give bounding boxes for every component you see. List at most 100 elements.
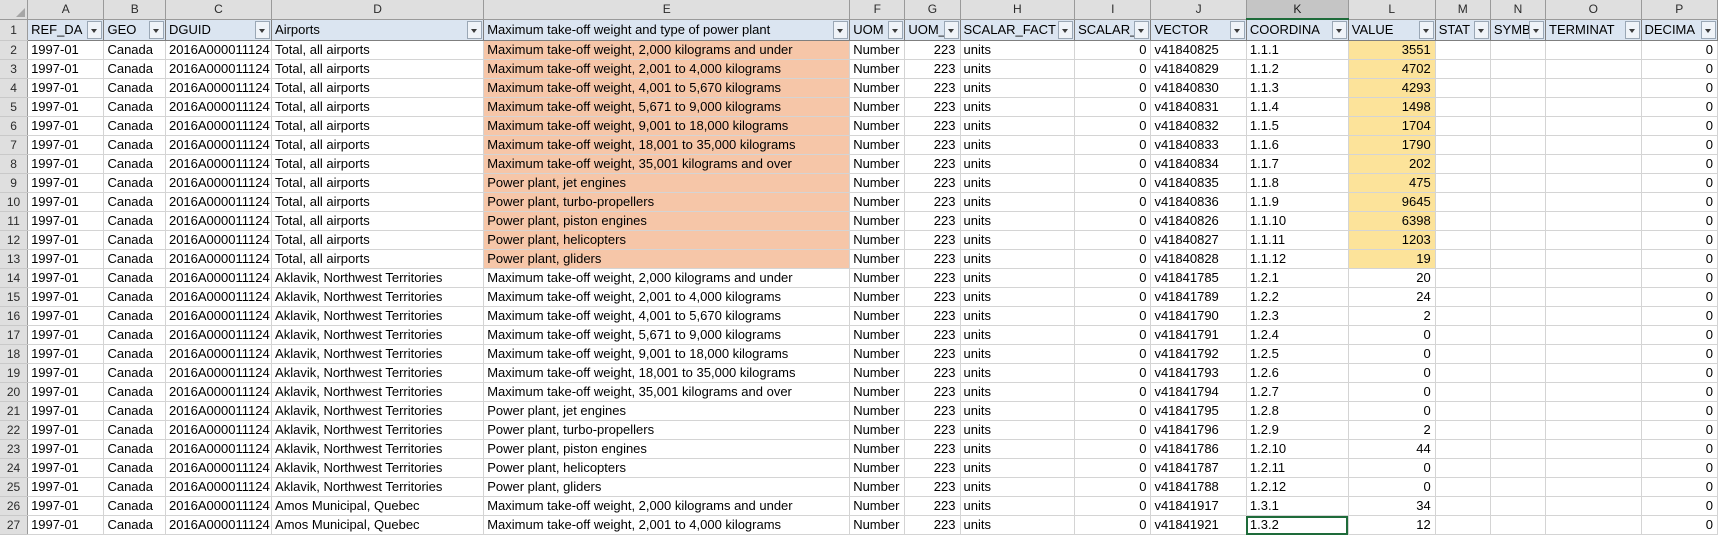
- cell-scalar_factor[interactable]: units: [960, 458, 1076, 478]
- cell-geo[interactable]: Canada: [103, 249, 166, 269]
- cell-dguid[interactable]: 2016A000011124: [165, 154, 273, 174]
- cell-coordinate[interactable]: 1.1.5: [1246, 116, 1349, 136]
- cell-status[interactable]: [1435, 325, 1491, 345]
- cell-status[interactable]: [1435, 173, 1491, 193]
- cell-value[interactable]: 4293: [1348, 78, 1436, 98]
- cell-value[interactable]: 19: [1348, 249, 1436, 269]
- row-header-11[interactable]: 11: [0, 211, 29, 231]
- cell-measure[interactable]: Power plant, gliders: [483, 477, 851, 497]
- cell-status[interactable]: [1435, 230, 1491, 250]
- column-header-i[interactable]: I: [1074, 0, 1152, 20]
- cell-symbol[interactable]: [1490, 363, 1547, 383]
- cell-decimals[interactable]: 0: [1641, 59, 1718, 79]
- cell-coordinate[interactable]: 1.1.11: [1246, 230, 1349, 250]
- cell-vector[interactable]: v41840835: [1150, 173, 1247, 193]
- cell-coordinate[interactable]: 1.1.2: [1246, 59, 1349, 79]
- cell-decimals[interactable]: 0: [1641, 135, 1718, 155]
- cell-value[interactable]: 24: [1348, 287, 1436, 307]
- column-header-l[interactable]: L: [1348, 0, 1436, 20]
- cell-vector[interactable]: v41841788: [1150, 477, 1247, 497]
- cell-uom[interactable]: Number: [849, 515, 906, 535]
- cell-uom_id[interactable]: 223: [904, 515, 961, 535]
- cell-vector[interactable]: v41841791: [1150, 325, 1247, 345]
- cell-vector[interactable]: v41840828: [1150, 249, 1247, 269]
- cell-decimals[interactable]: 0: [1641, 154, 1718, 174]
- cell-decimals[interactable]: 0: [1641, 515, 1718, 535]
- cell-terminated[interactable]: [1545, 287, 1642, 307]
- cell-geo[interactable]: Canada: [103, 59, 166, 79]
- cell-scalar_factor[interactable]: units: [960, 439, 1076, 459]
- cell-terminated[interactable]: [1545, 249, 1642, 269]
- cell-vector[interactable]: v41841792: [1150, 344, 1247, 364]
- row-header-2[interactable]: 2: [0, 40, 29, 60]
- cell-uom_id[interactable]: 223: [904, 230, 961, 250]
- cell-ref_date[interactable]: 1997-01: [27, 306, 105, 326]
- cell-symbol[interactable]: [1490, 59, 1547, 79]
- cell-terminated[interactable]: [1545, 420, 1642, 440]
- cell-decimals[interactable]: 0: [1641, 496, 1718, 516]
- row-header-26[interactable]: 26: [0, 496, 29, 516]
- cell-status[interactable]: [1435, 496, 1491, 516]
- cell-vector[interactable]: v41841789: [1150, 287, 1247, 307]
- cell-airports[interactable]: Aklavik, Northwest Territories: [271, 382, 485, 402]
- cell-status[interactable]: [1435, 135, 1491, 155]
- cell-measure[interactable]: Maximum take-off weight, 2,001 to 4,000 …: [483, 59, 851, 79]
- cell-measure[interactable]: Power plant, gliders: [483, 249, 851, 269]
- cell-uom_id[interactable]: 223: [904, 135, 961, 155]
- select-all-corner[interactable]: [0, 0, 29, 20]
- cell-measure[interactable]: Power plant, helicopters: [483, 458, 851, 478]
- filter-header-cell[interactable]: COORDINA: [1245, 18, 1349, 41]
- filter-header-cell[interactable]: STAT: [1434, 18, 1491, 41]
- cell-coordinate[interactable]: 1.1.6: [1246, 135, 1349, 155]
- cell-scalar_id[interactable]: 0: [1074, 230, 1152, 250]
- cell-dguid[interactable]: 2016A000011124: [165, 439, 273, 459]
- cell-scalar_id[interactable]: 0: [1074, 363, 1152, 383]
- table-row[interactable]: 5 1997-01 Canada 2016A000011124 Total, all a…: [0, 97, 1718, 117]
- cell-geo[interactable]: Canada: [103, 344, 166, 364]
- cell-value[interactable]: 1498: [1348, 97, 1436, 117]
- table-row[interactable]: 21 1997-01 Canada 2016A000011124 Aklavik, No…: [0, 401, 1718, 421]
- cell-uom[interactable]: Number: [849, 249, 906, 269]
- cell-geo[interactable]: Canada: [103, 268, 166, 288]
- cell-value[interactable]: 6398: [1348, 211, 1436, 231]
- cell-value[interactable]: 0: [1348, 382, 1436, 402]
- cell-ref_date[interactable]: 1997-01: [27, 458, 105, 478]
- cell-terminated[interactable]: [1545, 192, 1642, 212]
- filter-header-cell[interactable]: UOM: [849, 18, 906, 41]
- cell-vector[interactable]: v41840831: [1150, 97, 1247, 117]
- cell-airports[interactable]: Aklavik, Northwest Territories: [271, 325, 485, 345]
- cell-airports[interactable]: Total, all airports: [271, 230, 485, 250]
- cell-symbol[interactable]: [1490, 78, 1547, 98]
- cell-value[interactable]: 9645: [1348, 192, 1436, 212]
- cell-uom[interactable]: Number: [849, 401, 906, 421]
- cell-symbol[interactable]: [1490, 268, 1547, 288]
- cell-terminated[interactable]: [1545, 230, 1642, 250]
- cell-scalar_factor[interactable]: units: [960, 363, 1076, 383]
- cell-symbol[interactable]: [1490, 515, 1547, 535]
- cell-scalar_factor[interactable]: units: [960, 173, 1076, 193]
- cell-uom_id[interactable]: 223: [904, 211, 961, 231]
- cell-terminated[interactable]: [1545, 135, 1642, 155]
- cell-value[interactable]: 1704: [1348, 116, 1436, 136]
- cell-ref_date[interactable]: 1997-01: [27, 515, 105, 535]
- cell-status[interactable]: [1435, 59, 1491, 79]
- cell-airports[interactable]: Total, all airports: [271, 59, 485, 79]
- cell-uom[interactable]: Number: [849, 173, 906, 193]
- cell-airports[interactable]: Aklavik, Northwest Territories: [271, 458, 485, 478]
- filter-dropdown-button[interactable]: [1529, 20, 1545, 39]
- cell-dguid[interactable]: 2016A000011124: [165, 268, 273, 288]
- cell-value[interactable]: 0: [1348, 363, 1436, 383]
- row-header-4[interactable]: 4: [0, 78, 29, 98]
- cell-value[interactable]: 34: [1348, 496, 1436, 516]
- cell-decimals[interactable]: 0: [1641, 78, 1718, 98]
- filter-dropdown-button[interactable]: [87, 20, 103, 39]
- cell-coordinate[interactable]: 1.2.6: [1246, 363, 1349, 383]
- cell-dguid[interactable]: 2016A000011124: [165, 401, 273, 421]
- cell-ref_date[interactable]: 1997-01: [27, 325, 105, 345]
- cell-terminated[interactable]: [1545, 97, 1642, 117]
- cell-status[interactable]: [1435, 249, 1491, 269]
- cell-measure[interactable]: Power plant, turbo-propellers: [483, 192, 851, 212]
- cell-airports[interactable]: Total, all airports: [271, 78, 485, 98]
- cell-terminated[interactable]: [1545, 439, 1642, 459]
- cell-status[interactable]: [1435, 116, 1491, 136]
